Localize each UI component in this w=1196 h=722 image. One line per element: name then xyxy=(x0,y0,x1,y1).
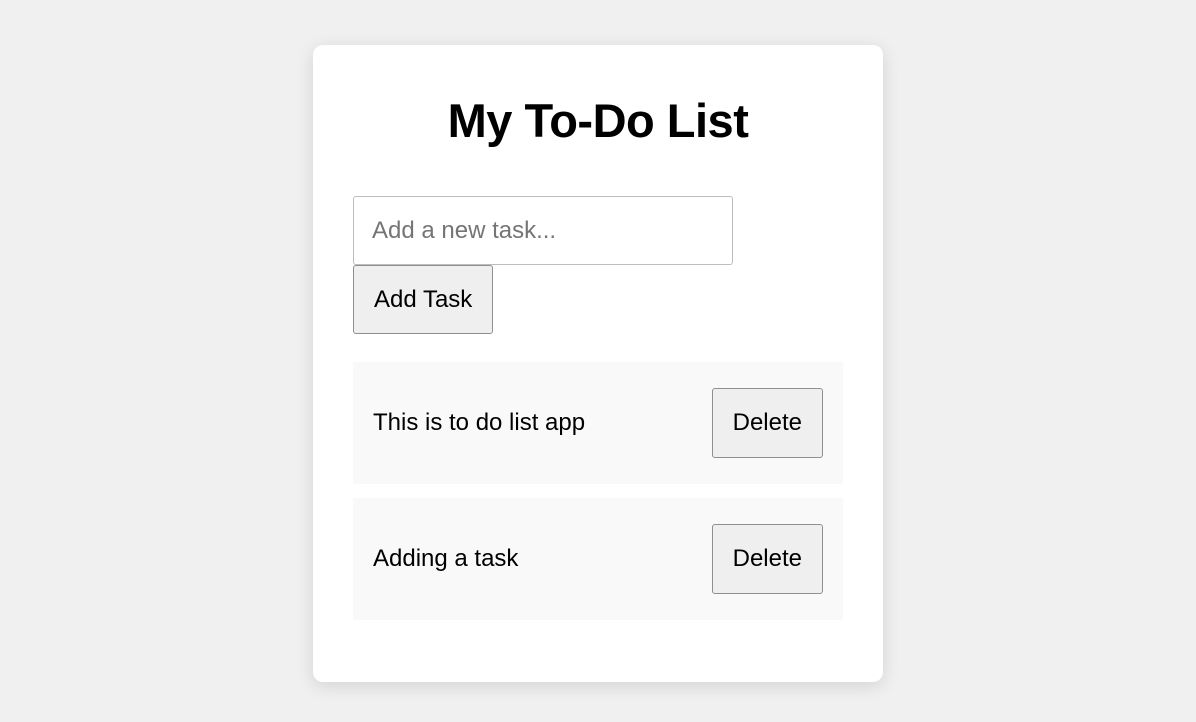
delete-button[interactable]: Delete xyxy=(712,524,823,594)
task-text: Adding a task xyxy=(373,545,518,573)
list-item: Adding a task Delete xyxy=(353,498,843,620)
list-item: This is to do list app Delete xyxy=(353,362,843,484)
page-title: My To-Do List xyxy=(353,93,843,148)
task-text: This is to do list app xyxy=(373,409,585,437)
input-group: Add Task xyxy=(353,196,843,334)
todo-card: My To-Do List Add Task This is to do lis… xyxy=(313,45,883,682)
task-list: This is to do list app Delete Adding a t… xyxy=(353,362,843,620)
delete-button[interactable]: Delete xyxy=(712,388,823,458)
task-input[interactable] xyxy=(353,196,733,265)
add-task-button[interactable]: Add Task xyxy=(353,265,493,334)
